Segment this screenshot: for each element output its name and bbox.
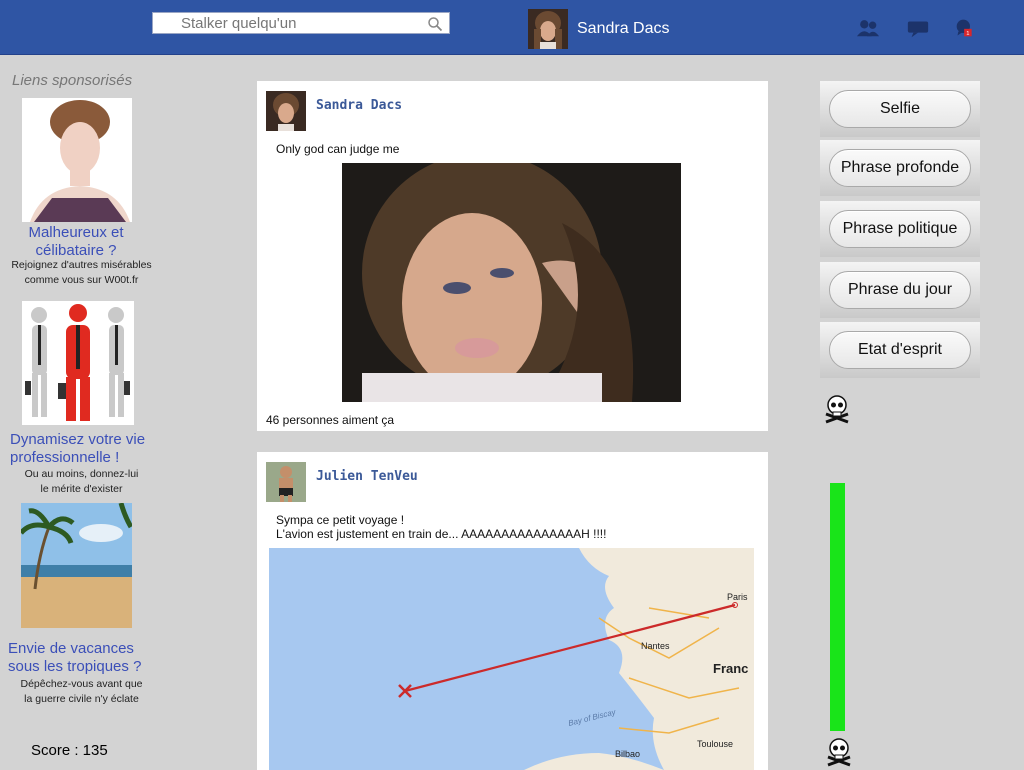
ad-image-beach[interactable] <box>21 503 132 628</box>
ad-desc-single: Rejoignez d'autres misérables comme vous … <box>11 259 152 286</box>
selfie-button[interactable]: Selfie <box>829 90 971 128</box>
ad-title-single[interactable]: Malheureux et célibataire ? <box>14 224 138 260</box>
post-likes[interactable]: 46 personnes aiment ça <box>266 413 394 427</box>
ad-image-single[interactable] <box>22 98 132 222</box>
post-map[interactable]: Paris Nantes Franc Bay of Biscay Toulous… <box>269 548 754 770</box>
top-bar: Sandra Dacs 1 <box>0 0 1024 55</box>
user-name: Sandra Dacs <box>577 20 670 37</box>
post-text: Sympa ce petit voyage ! L'avion est juste… <box>276 513 607 541</box>
political-phrase-button[interactable]: Phrase politique <box>829 210 971 248</box>
post-card: Sandra Dacs Only god can judge me 46 per… <box>257 81 768 431</box>
messages-icon[interactable] <box>906 18 930 38</box>
map-label-france: Franc <box>713 661 748 676</box>
deep-phrase-button[interactable]: Phrase profonde <box>829 149 971 187</box>
ad-title-business[interactable]: Dynamisez votre vie professionnelle ! <box>10 431 160 467</box>
map-label-toulouse: Toulouse <box>697 739 733 749</box>
skull-icon <box>827 738 851 767</box>
search-input[interactable] <box>153 13 423 33</box>
ad-desc-vacation: Dépêchez-vous avant que la guerre civile … <box>20 678 143 705</box>
action-deep-phrase: Phrase profonde <box>820 140 980 196</box>
map-label-nantes: Nantes <box>641 641 670 651</box>
sponsored-title: Liens sponsorisés <box>12 72 133 89</box>
avatar <box>528 9 568 49</box>
action-selfie: Selfie <box>820 81 980 137</box>
search-box[interactable] <box>152 12 450 34</box>
score-display: Score : 135 <box>31 742 108 759</box>
progress-meter <box>830 483 845 731</box>
friends-icon[interactable] <box>856 18 880 38</box>
post-card: Julien TenVeu Sympa ce petit voyage ! L'a… <box>257 452 768 770</box>
action-daily-phrase: Phrase du jour <box>820 262 980 318</box>
post-photo[interactable] <box>342 163 681 402</box>
skull-icon <box>825 395 849 424</box>
search-icon[interactable] <box>427 16 443 32</box>
action-mood: Etat d'esprit <box>820 322 980 378</box>
ad-desc-business: Ou au moins, donnez-lui le mérite d'exist… <box>24 468 139 495</box>
profile-link[interactable]: Sandra Dacs <box>528 9 670 49</box>
mood-button[interactable]: Etat d'esprit <box>829 331 971 369</box>
ad-image-business[interactable] <box>22 301 134 425</box>
notifications-icon[interactable]: 1 <box>953 18 977 38</box>
ad-title-vacation[interactable]: Envie de vacances sous les tropiques ? <box>8 640 158 676</box>
map-label-bilbao: Bilbao <box>615 749 640 759</box>
notification-badge: 1 <box>966 31 969 37</box>
post-text: Only god can judge me <box>276 142 400 156</box>
post-author-name[interactable]: Julien TenVeu <box>316 469 418 484</box>
action-political-phrase: Phrase politique <box>820 201 980 257</box>
daily-phrase-button[interactable]: Phrase du jour <box>829 271 971 309</box>
post-author-avatar[interactable] <box>266 91 306 131</box>
map-label-paris: Paris <box>727 592 748 602</box>
post-author-avatar[interactable] <box>266 462 306 502</box>
post-author-name[interactable]: Sandra Dacs <box>316 98 402 113</box>
